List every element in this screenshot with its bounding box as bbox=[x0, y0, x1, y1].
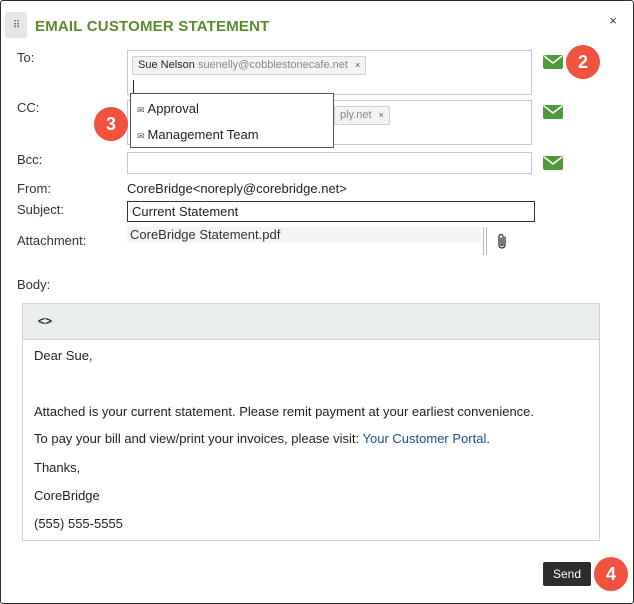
dropdown-item-approval[interactable]: ✉ Approval bbox=[137, 101, 199, 116]
body-label: Body: bbox=[17, 277, 51, 292]
remove-tag-icon[interactable]: × bbox=[355, 60, 360, 70]
dropdown-item-label: Management Team bbox=[147, 127, 259, 142]
to-field[interactable]: Sue Nelson suenelly@cobblestonecafe.net … bbox=[127, 50, 532, 95]
body-signature: CoreBridge bbox=[34, 488, 100, 503]
bcc-contacts-envelope-icon[interactable] bbox=[543, 156, 563, 170]
body-editor[interactable]: <> Dear Sue, Attached is your current st… bbox=[22, 303, 600, 541]
contact-group-dropdown: ✉ Approval ✉ Management Team bbox=[130, 93, 334, 148]
source-code-button[interactable]: <> bbox=[38, 314, 52, 328]
bcc-label: Bcc: bbox=[17, 152, 43, 167]
customer-portal-link[interactable]: Your Customer Portal bbox=[363, 431, 487, 446]
dropdown-item-label: Approval bbox=[147, 101, 199, 116]
to-contacts-envelope-icon[interactable] bbox=[543, 55, 563, 69]
recipient-name: Sue Nelson bbox=[138, 59, 195, 71]
cc-recipient-email: ply.net bbox=[340, 109, 372, 121]
body-greeting: Dear Sue, bbox=[34, 348, 93, 363]
body-line-1: Attached is your current statement. Plea… bbox=[34, 404, 535, 419]
body-thanks: Thanks, bbox=[34, 460, 81, 475]
to-label: To: bbox=[17, 50, 35, 65]
from-label: From: bbox=[17, 181, 51, 196]
remove-tag-icon[interactable]: × bbox=[379, 110, 384, 120]
dropdown-item-management-team[interactable]: ✉ Management Team bbox=[137, 127, 259, 142]
callout-badge-3: 3 bbox=[94, 107, 128, 141]
cc-contacts-envelope-icon[interactable] bbox=[543, 105, 563, 119]
callout-badge-2: 2 bbox=[566, 45, 600, 79]
cc-recipient-tag: ply.net × bbox=[334, 106, 390, 125]
subject-input[interactable]: Current Statement bbox=[127, 201, 535, 222]
envelope-icon: ✉ bbox=[137, 131, 145, 141]
body-line-2: To pay your bill and view/print your inv… bbox=[34, 431, 490, 446]
attachment-resize-handle[interactable] bbox=[483, 227, 487, 255]
dialog-title: EMAIL CUSTOMER STATEMENT bbox=[35, 18, 270, 35]
editor-toolbar: <> bbox=[23, 304, 599, 340]
from-value: CoreBridge<noreply@corebridge.net> bbox=[127, 181, 347, 196]
attachment-label: Attachment: bbox=[17, 233, 87, 248]
attachment-field: CoreBridge Statement.pdf bbox=[127, 227, 481, 243]
recipient-email: suenelly@cobblestonecafe.net bbox=[197, 59, 348, 71]
drag-handle-icon[interactable]: ⠿ bbox=[5, 12, 27, 38]
bcc-field[interactable] bbox=[127, 152, 532, 174]
subject-label: Subject: bbox=[17, 202, 64, 217]
recipient-tag: Sue Nelson suenelly@cobblestonecafe.net … bbox=[132, 56, 367, 75]
email-dialog: ⠿ EMAIL CUSTOMER STATEMENT × To: Sue Nel… bbox=[0, 0, 634, 604]
callout-badge-4: 4 bbox=[594, 557, 628, 591]
envelope-icon: ✉ bbox=[137, 105, 145, 115]
paperclip-icon[interactable] bbox=[496, 233, 508, 253]
send-button[interactable]: Send bbox=[543, 562, 591, 586]
body-phone: (555) 555-5555 bbox=[34, 516, 123, 531]
cc-label: CC: bbox=[17, 100, 40, 115]
close-icon[interactable]: × bbox=[609, 13, 617, 28]
body-line-2-prefix: To pay your bill and view/print your inv… bbox=[34, 431, 363, 446]
text-caret bbox=[133, 80, 134, 94]
body-line-2-suffix: . bbox=[486, 431, 490, 446]
